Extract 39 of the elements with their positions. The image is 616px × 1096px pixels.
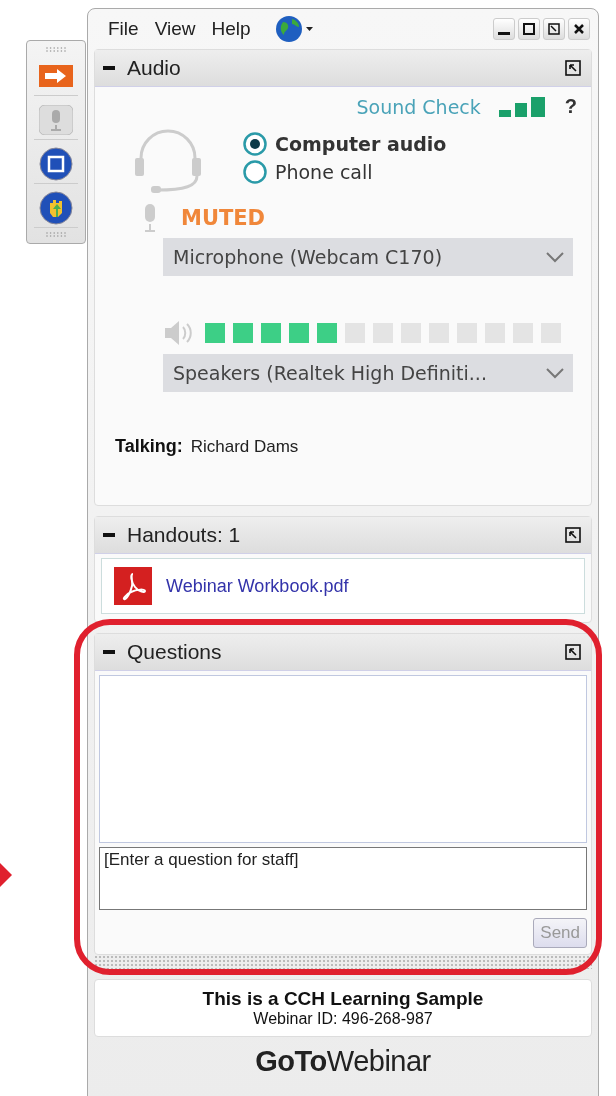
panel-title: Questions bbox=[127, 640, 222, 664]
handout-link[interactable]: Webinar Workbook.pdf bbox=[166, 575, 349, 597]
panel-title: Audio bbox=[127, 56, 181, 80]
logo: GoToWebinar bbox=[254, 1045, 432, 1078]
radio-option[interactable]: Phone call bbox=[243, 160, 447, 184]
globe-icon[interactable] bbox=[274, 14, 315, 44]
talking-label: Talking: bbox=[115, 436, 183, 457]
maximize-icon[interactable] bbox=[518, 18, 540, 40]
resize-grip[interactable] bbox=[94, 955, 592, 969]
footer-title: This is a CCH Learning Sample bbox=[202, 988, 484, 1010]
question-input[interactable]: [Enter a question for staff] bbox=[99, 847, 587, 910]
menu-item[interactable]: File bbox=[102, 16, 145, 42]
microphone-dropdown[interactable]: Microphone (Webcam C170) bbox=[163, 238, 573, 276]
speaker-icon bbox=[163, 318, 195, 348]
speaker-dropdown[interactable]: Speakers (Realtek High Definiti... bbox=[163, 354, 573, 392]
panel-title: Handouts: 1 bbox=[127, 523, 241, 547]
minimize-icon[interactable] bbox=[493, 18, 515, 40]
talking-name: Richard Dams bbox=[190, 437, 299, 457]
popout-icon[interactable] bbox=[543, 18, 565, 40]
help-button[interactable]: ? bbox=[564, 95, 577, 118]
grip-icon bbox=[45, 232, 67, 237]
headset-icon bbox=[133, 128, 203, 194]
pdf-icon bbox=[114, 567, 152, 605]
menu-item[interactable]: Help bbox=[205, 16, 257, 42]
mute-status: MUTED bbox=[181, 206, 266, 230]
chevron-down-icon bbox=[545, 251, 565, 263]
popout-icon[interactable] bbox=[563, 525, 583, 545]
signal-bars-icon bbox=[498, 96, 547, 117]
popout-icon[interactable] bbox=[563, 58, 583, 78]
chevron-down-icon bbox=[545, 367, 565, 379]
grip-icon bbox=[45, 47, 67, 52]
raise-hand-icon[interactable] bbox=[34, 188, 78, 228]
close-icon[interactable] bbox=[568, 18, 590, 40]
popout-icon[interactable] bbox=[563, 642, 583, 662]
menu-item[interactable]: View bbox=[148, 16, 202, 42]
radio-option[interactable]: Computer audio bbox=[243, 132, 447, 156]
pointer-arrow bbox=[0, 863, 12, 887]
screen-icon[interactable] bbox=[34, 144, 78, 184]
webinar-id: Webinar ID: 496-268-987 bbox=[253, 1010, 433, 1028]
